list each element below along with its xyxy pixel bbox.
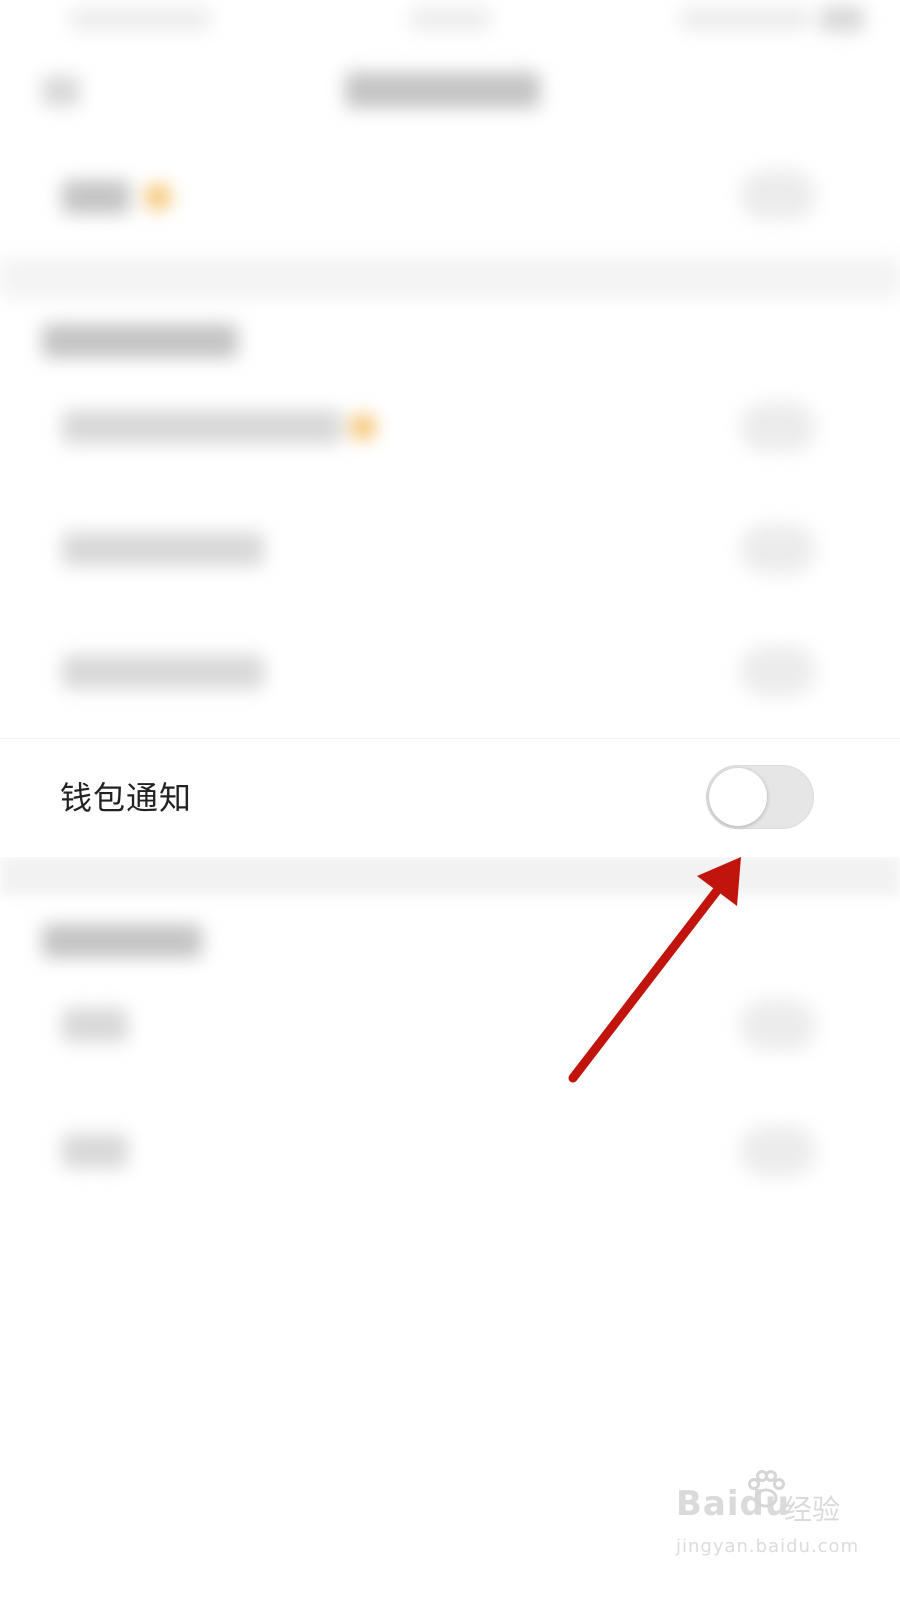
status-bar-center [410,8,490,30]
row-7-label [62,1134,128,1168]
baidu-jingyan-watermark: Baidu 经验 jingyan.baidu.com [676,1470,876,1584]
wallet-notification-label: 钱包通知 [60,779,193,817]
battery-icon [820,6,864,32]
wallet-notification-toggle[interactable] [706,765,814,829]
watermark-cn-text: 经验 [784,1493,841,1526]
row-3-label [62,532,264,566]
back-icon[interactable] [42,76,80,106]
row-2-badge-icon [350,414,376,440]
row-2-label [62,410,342,444]
row-6-label [62,1008,128,1042]
section-3-header [42,924,202,958]
row-4-toggle[interactable] [740,646,816,696]
toggle-knob [709,768,767,826]
page-title [345,72,540,108]
status-bar-right [680,8,810,30]
section-separator-2 [0,856,900,896]
paw-icon [748,1470,785,1508]
watermark-url: jingyan.baidu.com [676,1536,860,1557]
row-6-toggle[interactable] [740,1000,816,1050]
row-1-toggle[interactable] [740,170,816,220]
settings-screen: 钱包通知 Baidu 经验 jingyan.baidu.com [0,0,900,1600]
status-bar-left [70,8,210,30]
row-1-badge-icon [145,184,171,210]
row-1-label [62,180,130,214]
row-2-toggle[interactable] [740,402,816,452]
row-4-label [62,655,264,689]
section-separator-1 [0,258,900,298]
row-3-toggle[interactable] [740,524,816,574]
section-2-header [42,324,238,358]
row-7-toggle[interactable] [740,1126,816,1176]
